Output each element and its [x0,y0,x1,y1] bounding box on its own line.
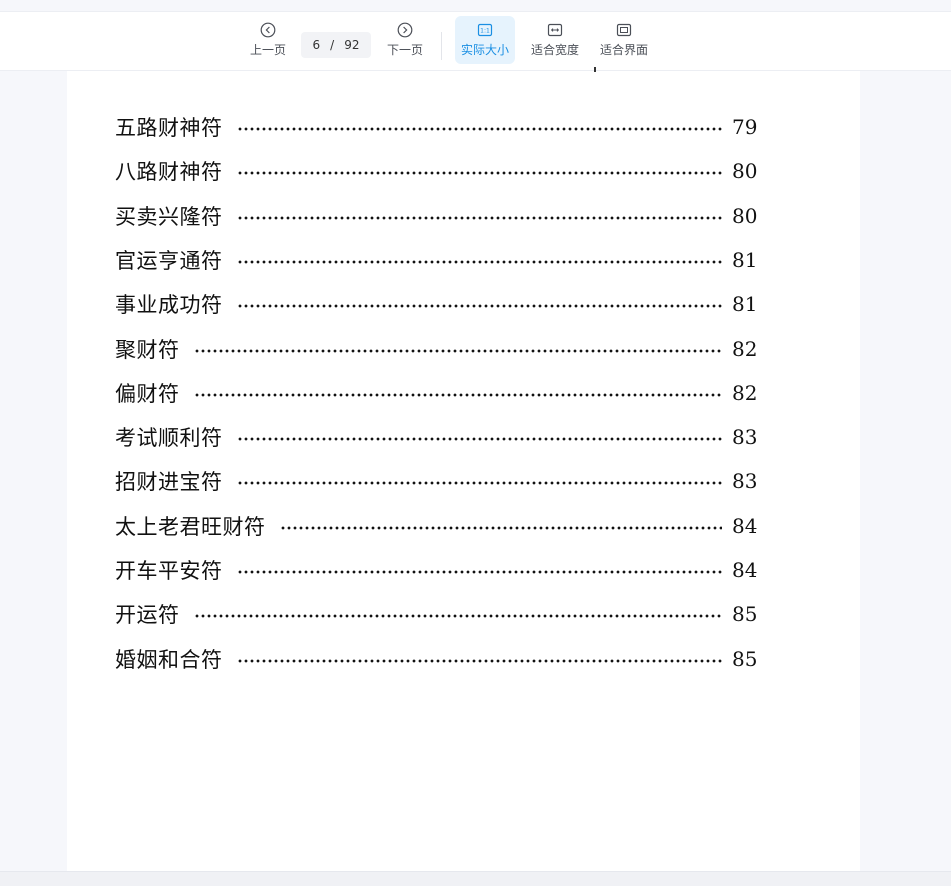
svg-text:1:1: 1:1 [480,28,490,35]
toc-entry[interactable]: 开运符 85 [115,597,760,631]
toc-leader-dots [193,392,722,397]
toc-entry-page: 81 [732,292,758,317]
fit-width-icon [547,23,563,37]
toc-entry-title: 八路财神符 [115,160,223,185]
toc-entry[interactable]: 婚姻和合符 85 [115,642,760,676]
current-page-number[interactable]: 6 [313,38,321,52]
toc-entry-page: 83 [732,425,758,450]
toc-entry-title: 太上老君旺财符 [115,514,266,539]
page-separator: / [330,38,335,52]
chevron-right-circle-icon [397,22,413,38]
toc-leader-dots [236,127,722,131]
toc-leader-dots [193,348,722,353]
toc-entry-page: 85 [732,646,758,671]
toc-entry[interactable]: 事业成功符 81 [115,287,760,321]
toc-entry-page: 83 [732,469,758,494]
toc-entry-title: 考试顺利符 [115,426,223,451]
fit-width-button[interactable]: 适合宽度 [527,16,583,64]
toc-leader-dots [236,171,722,176]
toc-entry-page: 82 [732,336,758,361]
fit-page-label: 适合界面 [599,43,648,57]
toc-entry-title: 五路财神符 [115,116,223,140]
next-page-label: 下一页 [386,43,423,57]
viewer-toolbar: 上一页 6 / 92 下一页 1:1 实际大小 适合宽度 适合界面 [0,12,951,71]
toc-entry[interactable]: 偏财符 82 [115,376,760,410]
toc-leader-dots [236,570,722,574]
toc-entry[interactable]: 开车平安符 84 [115,553,760,587]
chevron-left-circle-icon [260,22,276,38]
bottom-scroll-strip[interactable] [0,871,951,886]
scan-mark [594,67,596,72]
toc-leader-dots [236,215,722,220]
toc-entry-title: 开车平安符 [115,559,223,583]
toc-entry[interactable]: 官运亨通符 81 [115,243,760,277]
toc-entry-title: 婚姻和合符 [115,647,223,672]
fit-page-icon [616,23,632,37]
toc-leader-dots [236,481,722,486]
next-page-button[interactable]: 下一页 [381,16,429,64]
window-top-strip [0,0,951,12]
toc-entry[interactable]: 招财进宝符 83 [115,464,760,498]
toc-entry-page: 84 [732,558,758,582]
toc-entry[interactable]: 买卖兴隆符 80 [115,199,760,233]
toc-entry-page: 84 [732,513,758,538]
fit-page-button[interactable]: 适合界面 [596,16,652,64]
prev-page-button[interactable]: 上一页 [244,16,292,64]
actual-size-label: 实际大小 [460,43,509,57]
toc-leader-dots [236,658,722,663]
toolbar-divider [441,32,442,60]
toc-entry-page: 81 [732,247,758,272]
toc-entry-title: 事业成功符 [115,293,223,318]
toc-entry[interactable]: 考试顺利符 83 [115,420,760,454]
toc-leader-dots [193,614,722,619]
toc-entry-page: 82 [732,380,758,405]
page-indicator[interactable]: 6 / 92 [301,32,371,58]
toc-entry[interactable]: 聚财符 82 [115,332,760,366]
toc-entry-page: 85 [732,602,758,627]
toc-entry-title: 官运亨通符 [115,248,223,273]
toc-entry-title: 买卖兴隆符 [115,204,223,229]
toc-entry[interactable]: 五路财神符 79 [115,110,760,144]
toc-entry-title: 开运符 [115,603,180,628]
total-pages: 92 [344,38,360,52]
one-to-one-icon: 1:1 [477,23,493,37]
fit-width-label: 适合宽度 [530,43,579,57]
document-page: 五路财神符 79 八路财神符 80 买卖兴隆符 80 官运亨通符 81 事业成功符 81 聚财符 82… [67,67,860,871]
toc-leader-dots [236,437,722,442]
toc-entry-title: 聚财符 [115,337,180,362]
toc-leader-dots [236,259,722,264]
toc-entry-title: 招财进宝符 [115,470,223,495]
toc-entry-page: 80 [732,159,758,184]
toc-leader-dots [236,304,722,309]
actual-size-button[interactable]: 1:1 实际大小 [455,16,515,64]
toc-entry[interactable]: 八路财神符 80 [115,154,760,188]
toc-entry[interactable]: 太上老君旺财符 84 [115,509,760,543]
toc-entry-page: 80 [732,203,758,228]
prev-page-label: 上一页 [249,43,286,57]
toc-entry-page: 79 [732,115,758,139]
toc-entry-title: 偏财符 [115,381,180,406]
toc-leader-dots [279,525,722,530]
